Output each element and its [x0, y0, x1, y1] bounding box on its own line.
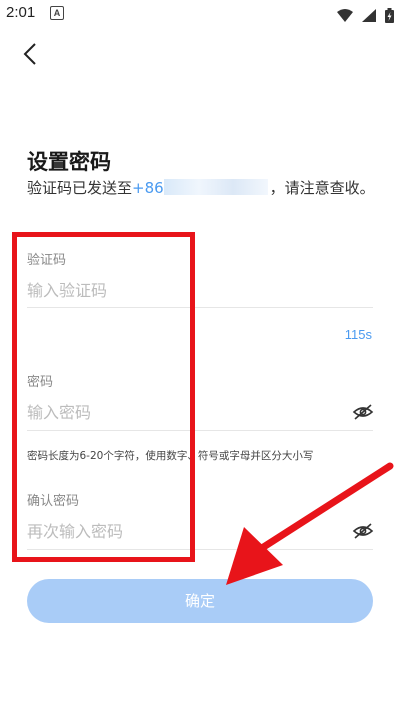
- battery-icon: [385, 8, 394, 23]
- phone-number: +86: [132, 179, 164, 197]
- wifi-icon: [336, 9, 353, 22]
- chevron-left-icon: [23, 43, 36, 65]
- status-bar: 2:01 A: [0, 0, 400, 26]
- confirm-button[interactable]: 确定: [27, 579, 373, 623]
- resend-countdown[interactable]: 115s: [345, 327, 372, 342]
- sms-sent-notice: 验证码已发送至+86 ，请注意查收。: [27, 175, 377, 201]
- subtitle-suffix: ，请注意查收。: [269, 179, 375, 197]
- confirm-password-label: 确认密码: [27, 494, 80, 509]
- confirm-password-visibility-toggle[interactable]: [352, 522, 374, 540]
- page-title: 设置密码: [27, 150, 111, 174]
- status-icons: [333, 5, 394, 23]
- status-time: 2:01: [6, 4, 36, 21]
- confirm-password-underline: [27, 549, 373, 550]
- back-button[interactable]: [14, 38, 46, 70]
- phone-redaction: [163, 179, 268, 195]
- eye-off-icon: [352, 404, 374, 420]
- code-underline: [27, 307, 373, 308]
- password-rule-hint: 密码长度为6-20个字符，使用数字、符号或字母并区分大小写: [27, 450, 314, 462]
- confirm-password-input[interactable]: [27, 516, 373, 546]
- notification-icon: A: [50, 6, 64, 20]
- subtitle-prefix: 验证码已发送至: [27, 179, 133, 197]
- signal-icon: [361, 9, 376, 22]
- password-visibility-toggle[interactable]: [352, 403, 374, 421]
- code-input[interactable]: [27, 275, 373, 305]
- password-underline: [27, 430, 373, 431]
- password-input[interactable]: [27, 397, 373, 427]
- password-label: 密码: [27, 375, 54, 390]
- code-label: 验证码: [27, 253, 67, 268]
- eye-off-icon: [352, 523, 374, 539]
